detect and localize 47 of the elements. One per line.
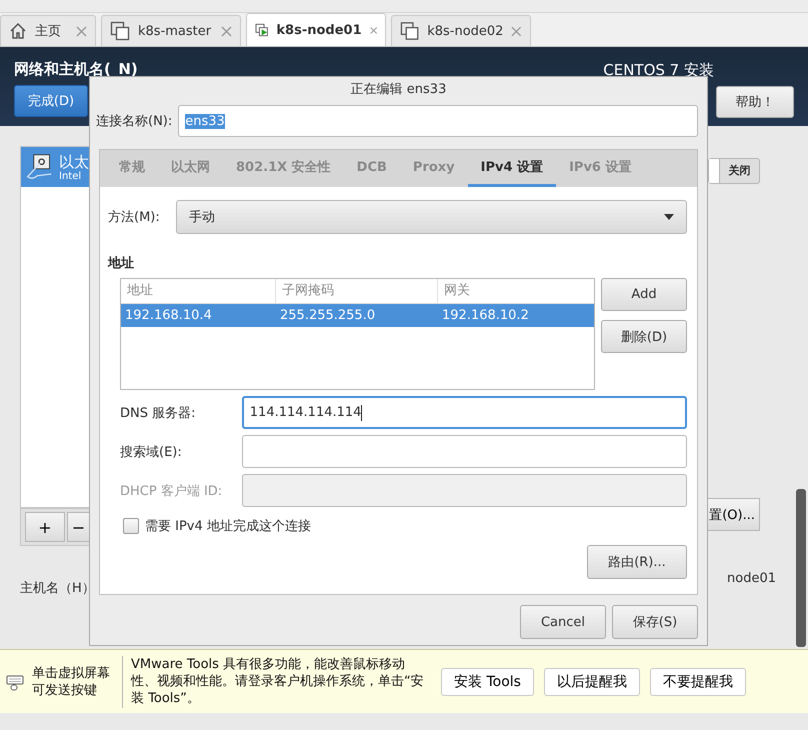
routes-button[interactable]: 路由(R)... — [587, 545, 687, 579]
vm-tab[interactable]: k8s-node02 — [391, 15, 531, 46]
method-dropdown[interactable]: 手动 — [176, 200, 687, 234]
close-icon[interactable] — [221, 26, 232, 36]
field-label: 方法(M): — [108, 209, 160, 226]
vm-tab[interactable]: 主页 — [0, 15, 96, 46]
close-icon[interactable] — [511, 26, 522, 36]
configure-button[interactable]: 置(O)... — [708, 498, 760, 531]
windows-icon — [400, 21, 420, 41]
never-remind-button[interactable]: 不要提醒我 — [650, 668, 746, 696]
cancel-button[interactable]: Cancel — [520, 605, 606, 639]
close-icon[interactable] — [370, 24, 377, 36]
section-heading: 地址 — [108, 255, 135, 272]
device-name: 以太 — [59, 152, 89, 170]
field-label: 连接名称(N): — [96, 113, 172, 130]
vm-tab[interactable]: k8s-master — [101, 15, 241, 46]
input-field[interactable] — [242, 435, 687, 468]
delete-button[interactable]: 删除(D) — [601, 320, 687, 353]
field-label: DNS 服务器: — [120, 404, 196, 422]
keyboard-mouse-icon — [6, 672, 24, 690]
input-field[interactable]: 114.114.114.114 — [242, 396, 687, 429]
help-button[interactable]: 帮助！ — [716, 86, 794, 118]
caret-icon — [664, 214, 674, 220]
install-tools-button[interactable]: 安装 Tools — [441, 668, 534, 696]
checkbox[interactable] — [123, 518, 139, 534]
add-button[interactable]: Add — [601, 278, 687, 311]
settings-tab[interactable]: IPv4 设置 — [468, 150, 556, 187]
vm-tab[interactable]: k8s-node01 — [246, 13, 386, 46]
add-button[interactable]: + — [25, 512, 65, 542]
close-icon[interactable] — [76, 26, 87, 36]
scrollbar[interactable] — [796, 489, 806, 647]
remind-later-button[interactable]: 以后提醒我 — [544, 668, 640, 696]
notification-message: VMware Tools 具有很多功能，能改善鼠标移动性、视频和性能。请登录客户机操作系统，单击“安装 Tools”。 — [131, 656, 425, 707]
field-label: DHCP 客户端 ID: — [120, 482, 224, 500]
dialog-title: 正在编辑 ens33 — [350, 81, 448, 99]
hint-text: 单击虚拟屏幕可发送按键 — [32, 664, 111, 698]
save-button[interactable]: 保存(S) — [612, 605, 698, 639]
hostname-value: node01 — [727, 571, 777, 586]
device-detail: Intel — [59, 170, 82, 182]
windows-icon — [110, 21, 130, 41]
done-button[interactable]: 完成(D) — [14, 85, 88, 117]
hostname-label: 主机名（H） — [20, 580, 89, 597]
home-icon — [9, 22, 27, 40]
remove-button[interactable]: − — [67, 512, 89, 542]
toggle-switch[interactable]: 关闭 — [708, 158, 760, 184]
field-label: 搜索域(E): — [120, 444, 183, 460]
checkbox-label: 需要 IPv4 地址完成这个连接 — [145, 518, 311, 535]
